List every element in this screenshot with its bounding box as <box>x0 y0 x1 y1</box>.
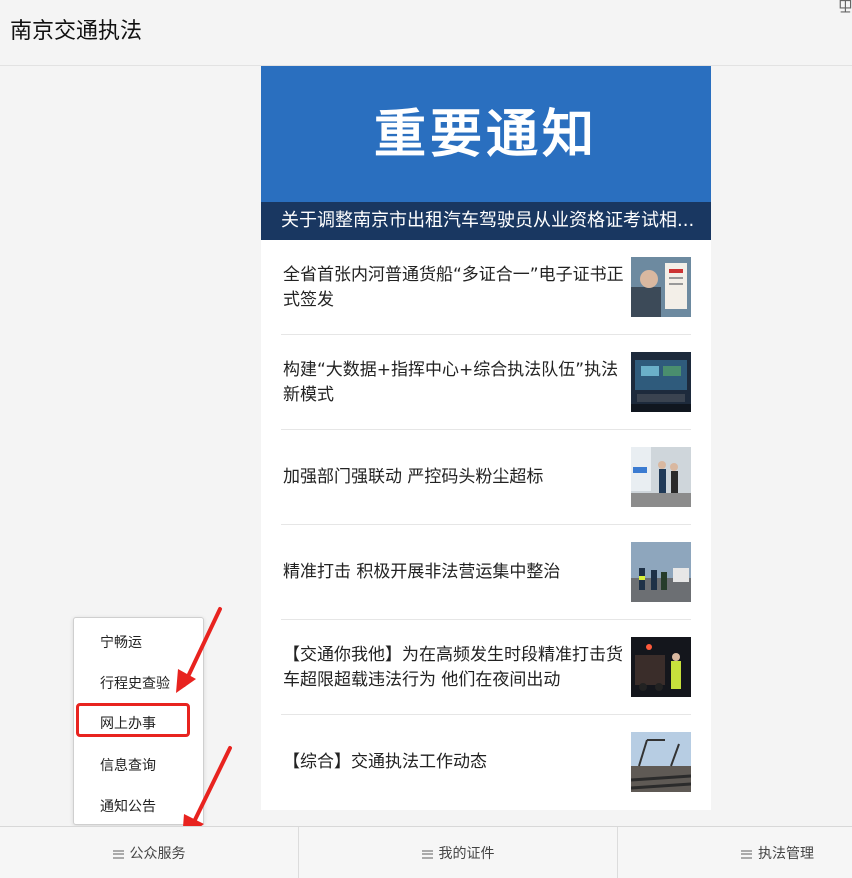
news-item[interactable]: 【交通你我他】为在高频发生时段精准打击货车超限超载违法行为 他们在夜间出动 <box>281 620 691 715</box>
menu-item-notices[interactable]: 通知公告 <box>100 796 156 816</box>
news-title: 精准打击 积极开展非法营运集中整治 <box>283 562 561 582</box>
annotation-arrow-icon <box>176 607 222 693</box>
news-thumbnail <box>631 352 691 412</box>
notice-banner[interactable]: 重要通知 关于调整南京市出租汽车驾驶员从业资格证考试相... <box>261 66 711 240</box>
news-title: 【综合】交通执法工作动态 <box>283 752 487 772</box>
news-thumbnail <box>631 542 691 602</box>
news-title: 加强部门强联动 严控码头粉尘超标 <box>283 467 544 487</box>
news-thumbnail <box>631 637 691 697</box>
news-title: 全省首张内河普通货船“多证合一”电子证书正式签发 <box>283 264 624 310</box>
news-thumbnail <box>631 257 691 317</box>
menu-item-trip-check[interactable]: 行程史查验 <box>100 673 170 693</box>
pin-icon[interactable]: ⯶ <box>839 0 852 23</box>
tab-label: 我的证件 <box>438 846 495 862</box>
news-thumbnail <box>631 732 691 792</box>
tab-label: 公众服务 <box>129 846 186 862</box>
news-item[interactable]: 【综合】交通执法工作动态 <box>281 715 691 810</box>
news-item[interactable]: 精准打击 积极开展非法营运集中整治 <box>281 525 691 620</box>
bottom-tab-bar: 公众服务 我的证件 执法管理 <box>0 826 852 878</box>
highlight-box-online-service <box>76 703 190 737</box>
title-bar: 南京交通执法 ⯶ <box>0 0 852 66</box>
news-title: 【交通你我他】为在高频发生时段精准打击货车超限超载违法行为 他们在夜间出动 <box>283 644 623 690</box>
news-item[interactable]: 加强部门强联动 严控码头粉尘超标 <box>281 430 691 525</box>
tab-enforcement-management[interactable]: 执法管理 <box>618 827 852 878</box>
news-item[interactable]: 构建“大数据+指挥中心+综合执法队伍”执法新模式 <box>281 335 691 430</box>
news-thumbnail <box>631 447 691 507</box>
news-title: 构建“大数据+指挥中心+综合执法队伍”执法新模式 <box>283 359 619 405</box>
menu-item-ningchangyun[interactable]: 宁畅运 <box>100 632 142 652</box>
menu-item-info-query[interactable]: 信息查询 <box>100 755 156 775</box>
banner-caption[interactable]: 关于调整南京市出租汽车驾驶员从业资格证考试相... <box>261 202 711 240</box>
tab-label: 执法管理 <box>758 846 814 862</box>
tab-public-service[interactable]: 公众服务 <box>0 827 298 878</box>
menu-icon <box>421 849 433 859</box>
news-list: 全省首张内河普通货船“多证合一”电子证书正式签发 构建“大数据+指挥中心+综合执… <box>281 240 691 810</box>
content-panel: 重要通知 关于调整南京市出租汽车驾驶员从业资格证考试相... 全省首张内河普通货… <box>261 66 711 810</box>
app-title: 南京交通执法 <box>10 19 143 44</box>
menu-icon <box>741 849 752 859</box>
tab-my-certificates[interactable]: 我的证件 <box>299 827 617 878</box>
news-item[interactable]: 全省首张内河普通货船“多证合一”电子证书正式签发 <box>281 240 691 335</box>
menu-icon <box>112 849 124 859</box>
banner-heading: 重要通知 <box>373 105 598 165</box>
